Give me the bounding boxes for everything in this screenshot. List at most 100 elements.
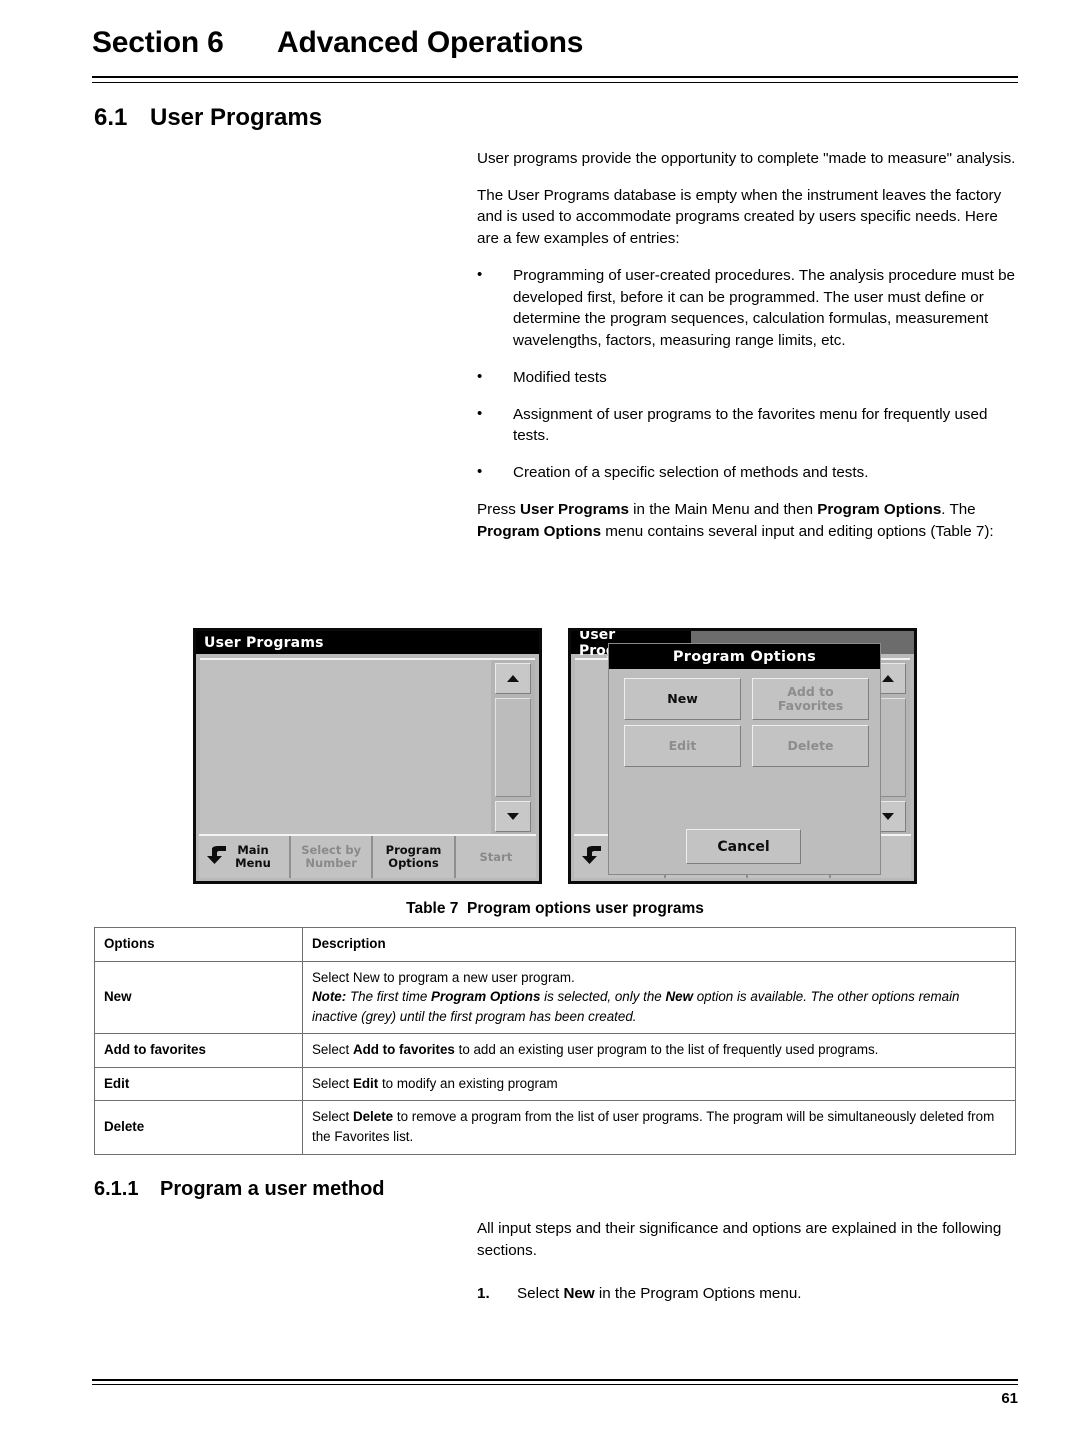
table-cell-description: Select New to program a new user program… [302,960,1016,1035]
section-header: Section 6 Advanced Operations [92,26,1018,60]
dialog-delete-button[interactable]: Delete [752,725,869,767]
desc-a: Select [312,1109,353,1125]
dialog-add-to-favorites-button[interactable]: Add to Favorites [752,678,869,720]
table-header-options: Options [94,927,303,962]
list-item: 1. Select New in the Program Options men… [477,1283,1019,1305]
table-header-description: Description [302,927,1016,962]
user-programs-list[interactable] [200,660,489,835]
main-menu-button[interactable]: Main Menu [199,836,291,878]
table-row: Delete Select Delete to remove a program… [94,1100,1016,1155]
table-caption: Table 7 Program options user programs [92,900,1018,918]
desc-c: to add an existing user program to the l… [454,1042,879,1058]
press-text-user-programs: User Programs [520,500,629,518]
device-screenshot-user-programs: User Programs Main Menu Select by Number… [193,628,542,884]
table-cell-option: Edit [94,1066,303,1102]
press-text-g: menu contains several input and editing … [601,522,994,540]
list-item: • Modified tests [477,367,1019,389]
step-number: 1. [477,1285,490,1303]
back-arrow-icon [205,845,231,869]
heading-6-1-1: 6.1.1 Program a user method [94,1178,385,1201]
table-caption-title: Program options user programs [467,900,704,917]
list-item-text: Creation of a specific selection of meth… [513,464,869,482]
section-number: Section 6 [92,26,224,59]
page-number: 61 [1001,1390,1018,1407]
program-options-label-line2: Options [388,856,439,870]
scroll-up-button[interactable] [495,663,531,694]
desc-b: Edit [352,1075,379,1091]
list-item: • Programming of user-created procedures… [477,265,1019,352]
press-text-e: . The [941,500,976,518]
bullet-glyph: • [477,367,483,385]
dialog-edit-label: Edit [668,738,697,753]
header-rule [92,76,1018,83]
list-item-text: Modified tests [513,368,607,386]
desc-c: to remove a program from the list of use… [312,1109,995,1144]
dialog-add-to-favorites-label-line1: Add to [787,684,834,699]
intro-paragraph-2: The User Programs database is empty when… [477,186,1002,248]
dialog-cancel-button[interactable]: Cancel [686,829,801,864]
intro-paragraph-1: User programs provide the opportunity to… [477,150,1016,167]
scrollbar[interactable] [491,660,535,835]
scrollbar-track[interactable] [495,698,531,797]
table-cell-option: Delete [94,1100,303,1155]
program-options-button[interactable]: Program Options [373,836,456,878]
bullet-glyph: • [477,404,483,422]
start-button[interactable]: Start [455,836,537,878]
heading-6-1: 6.1 User Programs [94,104,322,132]
scroll-down-button[interactable] [495,801,531,832]
program-options-dialog: Program Options New Add to Favorites Edi… [608,643,881,875]
select-by-number-button[interactable]: Select by Number [290,836,374,878]
bullet-glyph: • [477,463,483,481]
dialog-edit-button[interactable]: Edit [624,725,741,767]
section-title: Advanced Operations [277,26,584,59]
bullet-glyph: • [477,265,483,283]
table-row: New Select New to program a new user pro… [94,960,1016,1035]
desc-c: to modify an existing program [378,1075,558,1091]
table-cell-description: Select Edit to modify an existing progra… [302,1066,1016,1102]
table-cell-option: Add to favorites [94,1033,303,1068]
triangle-down-icon [882,813,894,820]
section-611-paragraph-1: All input steps and their significance a… [477,1220,1002,1259]
dialog-new-label: New [667,691,698,706]
step-c: in the Program Options menu. [594,1285,802,1303]
dialog-delete-label: Delete [787,738,834,753]
section-611-step-list: 1. Select New in the Program Options men… [477,1283,1019,1305]
note-c: is selected, only the [540,989,666,1005]
program-options-table: Options Description New Select New to pr… [94,927,1016,1155]
list-item: • Assignment of user programs to the fav… [477,404,1019,447]
select-by-number-label-line2: Number [305,856,357,870]
note-a: The first time [346,989,432,1005]
press-text-a: Press [477,500,521,518]
screen-content-area [200,658,535,835]
screen-title-text: User Programs [204,634,324,651]
step-text: Select New in the Program Options menu. [517,1285,802,1302]
dialog-button-grid: New Add to Favorites Edit Delete [624,678,869,772]
heading-6-1-number: 6.1 [94,104,128,131]
heading-6-1-title: User Programs [150,104,323,131]
dialog-button-row: New Add to Favorites [624,678,869,720]
desc-a: Select [312,1075,353,1091]
desc-b: Add to favorites [352,1042,455,1058]
screen-footer-toolbar: Main Menu Select by Number Program Optio… [199,834,537,878]
dialog-button-row: Edit Delete [624,725,869,767]
step-b: New [563,1285,595,1303]
dialog-new-button[interactable]: New [624,678,741,720]
table-cell-description: Select Delete to remove a program from t… [302,1100,1016,1155]
heading-6-1-1-number: 6.1.1 [94,1178,139,1200]
back-arrow-icon [580,845,606,869]
triangle-down-icon [507,813,519,820]
press-text-program-options-2: Program Options [477,522,602,540]
press-text-c: in the Main Menu and then [628,500,818,518]
step-a: Select [517,1285,564,1303]
desc-a: Select [312,1042,353,1058]
list-item-text: Programming of user-created procedures. … [513,266,1015,350]
desc-line: Select New to program a new user program… [312,969,575,985]
note-d: New [665,989,694,1005]
desc-b: Delete [352,1109,394,1125]
note-prefix: Note: [312,989,347,1005]
dialog-add-to-favorites-label-line2: Favorites [777,698,844,713]
heading-6-1-1-title: Program a user method [160,1178,385,1200]
main-menu-label-line2: Menu [235,856,271,870]
triangle-up-icon [882,675,894,682]
list-item-text: Assignment of user programs to the favor… [513,405,988,445]
